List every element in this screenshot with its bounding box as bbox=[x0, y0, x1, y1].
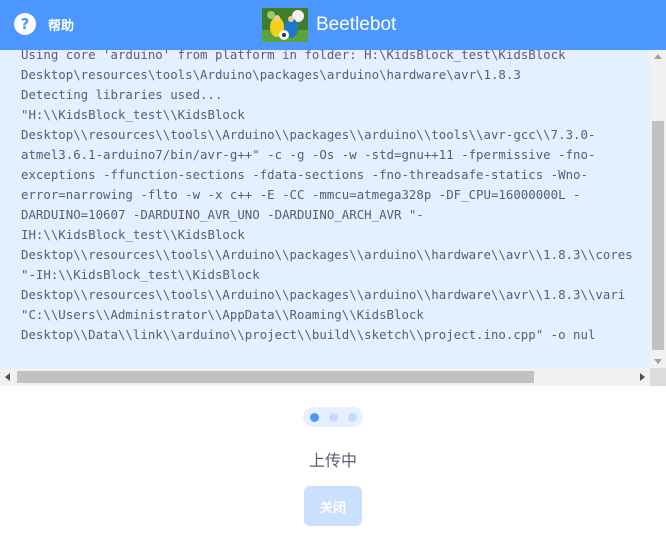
log-line: Desktop\\Data\\link\\arduino\\project\\b… bbox=[21, 327, 596, 342]
log-line: IH:\\KidsBlock_test\\KidsBlock bbox=[21, 227, 245, 242]
scroll-up-icon[interactable] bbox=[654, 54, 662, 59]
log-line: "C:\\Users\\Administrator\\AppData\\Roam… bbox=[21, 307, 424, 322]
log-line: atmel3.6.1-arduino7/bin/avr-g++" -c -g -… bbox=[21, 147, 596, 162]
loading-indicator bbox=[303, 407, 363, 427]
log-line: Desktop\resources\tools\Arduino\packages… bbox=[21, 67, 521, 82]
log-line: Desktop\\resources\\tools\\Arduino\\pack… bbox=[21, 247, 633, 262]
upload-status: 上传中 bbox=[308, 451, 357, 470]
loading-dot bbox=[347, 412, 357, 422]
help-label: 帮助 bbox=[48, 18, 75, 34]
log-line: Using core 'arduino' from platform in fo… bbox=[21, 50, 566, 62]
log-line: Detecting libraries used... bbox=[21, 87, 223, 102]
log-line: DARDUINO=10607 -DARDUINO_AVR_UNO -DARDUI… bbox=[21, 207, 424, 222]
loading-dot bbox=[309, 412, 319, 422]
scrollbar-corner bbox=[650, 368, 666, 386]
device-brand: Beetlebot bbox=[262, 8, 396, 42]
header-bar: ? 帮助 Beetlebot bbox=[0, 0, 666, 50]
beetlebot-logo-icon bbox=[262, 8, 308, 42]
log-line: Desktop\\resources\\tools\\Arduino\\pack… bbox=[21, 127, 596, 142]
upload-log-text: Using core 'arduino' from platform in fo… bbox=[21, 50, 633, 345]
log-line: error=narrowing -flto -w -x c++ -E -CC -… bbox=[21, 187, 581, 202]
log-line: Desktop\\resources\\tools\\Arduino\\pack… bbox=[21, 287, 626, 302]
log-line: "H:\\KidsBlock_test\\KidsBlock bbox=[21, 107, 245, 122]
log-line: exceptions -ffunction-sections -fdata-se… bbox=[21, 167, 588, 182]
horizontal-scroll-thumb[interactable] bbox=[17, 371, 534, 383]
upload-log-panel[interactable]: Using core 'arduino' from platform in fo… bbox=[0, 50, 666, 386]
help-icon: ? bbox=[14, 13, 36, 35]
close-button[interactable]: 关闭 bbox=[304, 486, 362, 526]
vertical-scroll-thumb[interactable] bbox=[652, 121, 664, 350]
scroll-right-icon[interactable] bbox=[640, 373, 645, 381]
help-button[interactable]: ? 帮助 bbox=[14, 13, 74, 35]
scroll-down-icon[interactable] bbox=[654, 359, 662, 364]
scroll-left-icon[interactable] bbox=[5, 373, 10, 381]
vertical-scrollbar[interactable] bbox=[650, 50, 666, 368]
device-name: Beetlebot bbox=[316, 14, 397, 35]
log-line: "-IH:\\KidsBlock_test\\KidsBlock bbox=[21, 267, 260, 282]
loading-dot bbox=[328, 412, 338, 422]
horizontal-scrollbar[interactable] bbox=[0, 368, 650, 386]
